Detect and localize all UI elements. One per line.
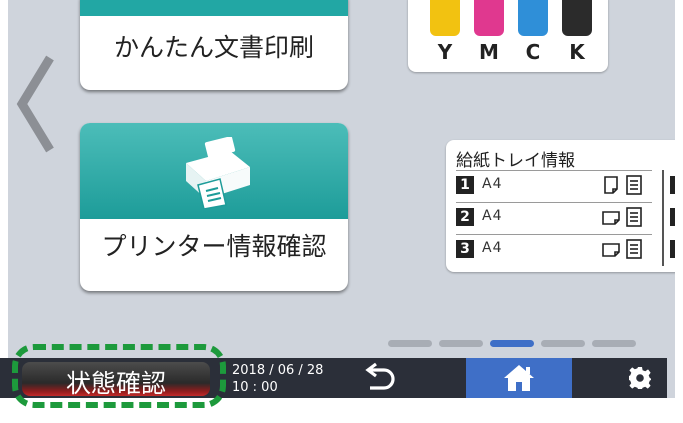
tray-row-separator (456, 170, 652, 171)
date-time: 2018 / 06 / 28 10 : 00 (232, 362, 323, 396)
tray-divider (662, 170, 664, 266)
ink-cartridge-c (518, 0, 548, 36)
paper-level-icon (626, 239, 642, 259)
tray-paper-size: A4 (482, 240, 503, 256)
home-screen: かんたん文書印刷 プリンター情報確認 YMCK 給紙トレイ情報 1 A4 2 A4 3 A… (8, 0, 675, 398)
paper-level-icon (626, 207, 642, 227)
ink-label: M (479, 40, 499, 64)
ink-label: Y (437, 40, 453, 64)
ink-cartridge-k (562, 0, 592, 36)
tray-row: 3 A4 (456, 234, 652, 264)
return-arrow-icon[interactable] (358, 362, 398, 394)
next-tray-column-edge (670, 208, 675, 226)
printer-info-label: プリンター情報確認 (101, 232, 327, 261)
paper-tray-widget[interactable]: 給紙トレイ情報 1 A4 2 A4 3 A4 (446, 140, 675, 272)
tray-row: 1 A4 (456, 170, 652, 200)
time-text: 10 : 00 (232, 380, 278, 395)
ink-cartridge-m (474, 0, 504, 36)
page-dot[interactable] (490, 340, 534, 347)
paper-level-icon (626, 175, 642, 195)
chevron-left-icon[interactable] (12, 52, 60, 156)
printer-icon (186, 137, 250, 209)
page-dot[interactable] (388, 340, 432, 347)
tray-row-separator (456, 234, 652, 235)
status-highlight-outline (12, 344, 226, 408)
home-icon (504, 365, 534, 391)
tray-paper-size: A4 (482, 208, 503, 224)
gear-icon[interactable] (628, 366, 652, 390)
ink-label: C (525, 40, 541, 64)
tray-row: 2 A4 (456, 202, 652, 232)
page-dot[interactable] (439, 340, 483, 347)
tray-number: 3 (456, 240, 474, 258)
printer-info-tile[interactable]: プリンター情報確認 (80, 123, 348, 291)
ink-label: K (569, 40, 585, 64)
ink-level-widget[interactable]: YMCK (408, 0, 608, 72)
date-text: 2018 / 06 / 28 (232, 363, 324, 378)
tray-number: 2 (456, 208, 474, 226)
easy-print-tile[interactable]: かんたん文書印刷 (80, 0, 348, 90)
tray-title: 給紙トレイ情報 (456, 151, 575, 171)
paper-portrait-icon (602, 176, 620, 194)
tray-row-separator (456, 202, 652, 203)
home-button[interactable] (466, 358, 572, 398)
tray-paper-size: A4 (482, 176, 503, 192)
paper-landscape-icon (602, 240, 620, 258)
paper-landscape-icon (602, 208, 620, 226)
tile-header (80, 0, 348, 16)
page-dot[interactable] (541, 340, 585, 347)
next-tray-column-edge (670, 240, 675, 258)
page-dot[interactable] (592, 340, 636, 347)
easy-print-label: かんたん文書印刷 (113, 33, 314, 62)
tray-number: 1 (456, 176, 474, 194)
ink-cartridge-y (430, 0, 460, 36)
next-tray-column-edge (670, 176, 675, 194)
